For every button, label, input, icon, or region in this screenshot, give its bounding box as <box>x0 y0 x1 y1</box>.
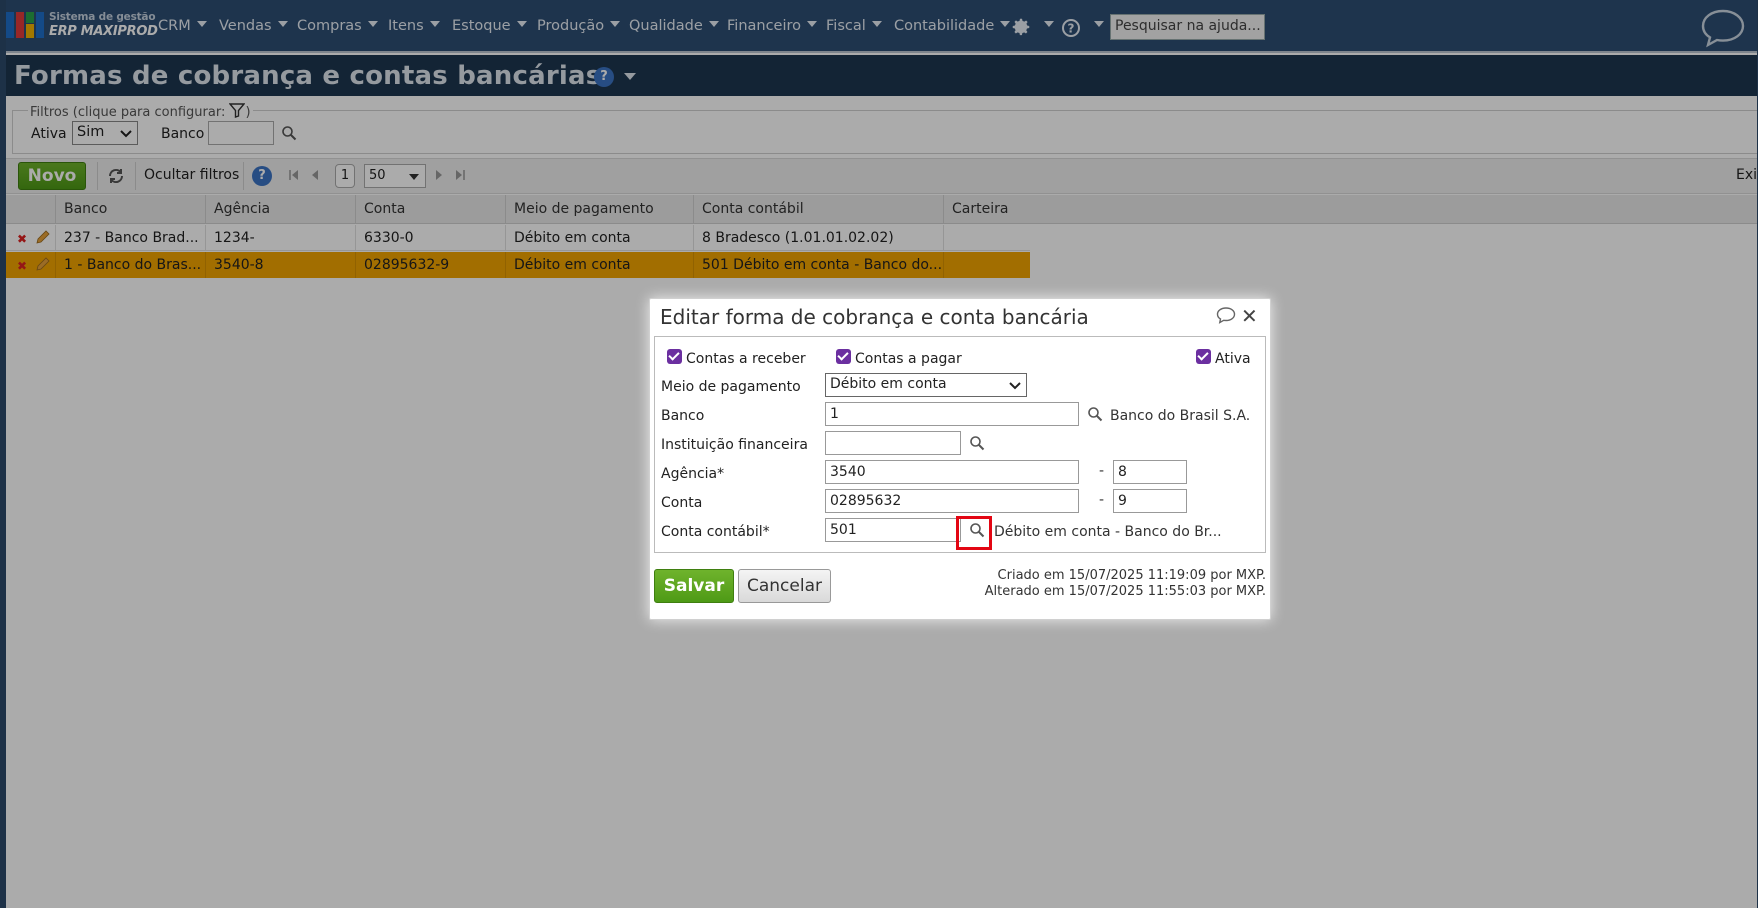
banco-name: Banco do Brasil S.A. <box>1110 408 1251 424</box>
instituicao-input[interactable] <box>825 431 961 455</box>
conta-contabil-label: Conta contábil* <box>661 524 770 540</box>
contas-pagar-checkbox[interactable] <box>836 349 851 364</box>
banco-input[interactable]: 1 <box>825 402 1079 426</box>
instituicao-search-icon[interactable] <box>969 435 985 455</box>
meio-pagamento-label: Meio de pagamento <box>661 379 801 395</box>
created-info: Criado em 15/07/2025 11:19:09 por MXP. <box>997 568 1266 583</box>
contas-receber-label: Contas a receber <box>686 351 806 367</box>
banco-label: Banco <box>661 408 705 424</box>
conta-label: Conta <box>661 495 703 511</box>
chevron-down-icon <box>1009 382 1021 390</box>
conta-input[interactable]: 02895632 <box>825 489 1079 513</box>
save-button[interactable]: Salvar <box>654 569 734 603</box>
contas-pagar-label: Contas a pagar <box>855 351 962 367</box>
agencia-label: Agência* <box>661 466 725 482</box>
conta-digit-input[interactable]: 9 <box>1113 489 1187 513</box>
agencia-dash: - <box>1099 463 1105 479</box>
comment-icon[interactable] <box>1216 306 1236 328</box>
modified-info: Alterado em 15/07/2025 11:55:03 por MXP. <box>984 584 1266 599</box>
meio-pagamento-select[interactable]: Débito em conta <box>825 373 1027 397</box>
banco-search-icon[interactable] <box>1087 406 1103 426</box>
ativa-checkbox[interactable] <box>1196 349 1211 364</box>
ativa-label: Ativa <box>1215 351 1251 367</box>
conta-contabil-name: Débito em conta - Banco do Br... <box>994 524 1222 540</box>
edit-dialog: Editar forma de cobrança e conta bancári… <box>649 298 1271 620</box>
agencia-digit-input[interactable]: 8 <box>1113 460 1187 484</box>
highlight-annotation <box>956 516 992 550</box>
instituicao-label: Instituição financeira <box>661 437 808 453</box>
contas-receber-checkbox[interactable] <box>667 349 682 364</box>
agencia-input[interactable]: 3540 <box>825 460 1079 484</box>
cancel-button[interactable]: Cancelar <box>738 569 831 603</box>
conta-contabil-input[interactable]: 501 <box>825 518 961 542</box>
conta-dash: - <box>1099 492 1105 508</box>
dialog-title: Editar forma de cobrança e conta bancári… <box>660 305 1089 329</box>
close-icon[interactable]: ✕ <box>1241 304 1258 328</box>
